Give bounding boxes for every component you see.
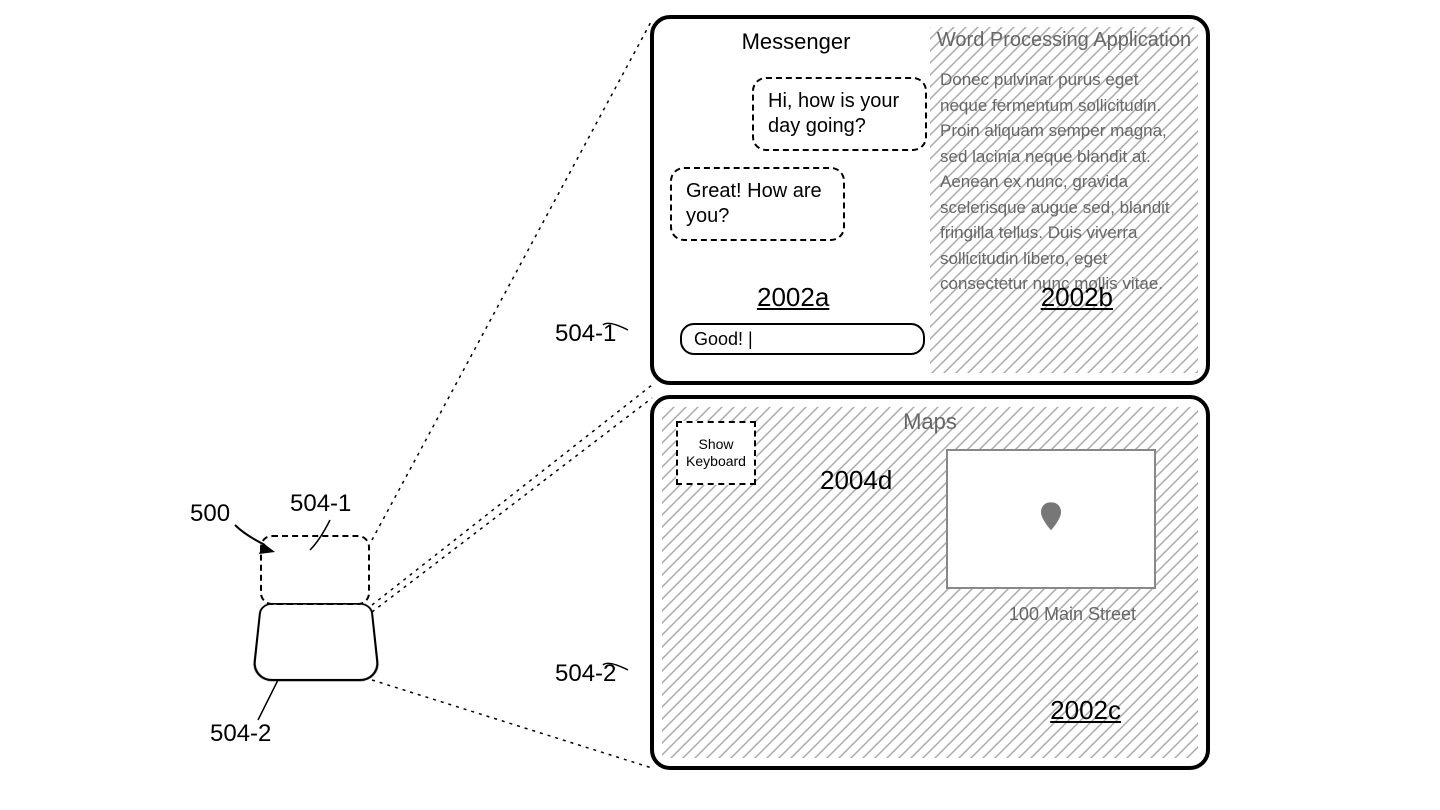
top-screen: Messenger Hi, how is your day going? Gre… — [650, 15, 1210, 385]
ref-504-2-mini: 504-2 — [210, 720, 271, 748]
ref-504-2-big: 504-2 — [555, 660, 616, 688]
chat-bubble-outgoing: Great! How are you? — [670, 167, 845, 241]
device-mini-top-panel — [260, 535, 370, 605]
messenger-title: Messenger — [662, 29, 930, 55]
device-miniature — [260, 535, 370, 683]
maps-title: Maps — [654, 409, 1206, 435]
ref-500: 500 — [190, 500, 230, 528]
wordproc-title: Word Processing Application — [930, 29, 1198, 52]
wordproc-body: Donec pulvinar purus eget neque fermentu… — [940, 67, 1188, 297]
ref-2002b: 2002b — [1041, 282, 1113, 313]
ref-2004d: 2004d — [820, 465, 892, 496]
chat-bubble-incoming: Hi, how is your day going? — [752, 77, 927, 151]
ref-2002c: 2002c — [1050, 695, 1121, 726]
device-mini-bottom-panel — [251, 603, 380, 681]
ref-504-1-mini: 504-1 — [290, 490, 351, 518]
ref-504-1-big: 504-1 — [555, 320, 616, 348]
bottom-screen: Show Keyboard Maps 100 Main Street 2002c — [650, 395, 1210, 770]
wordproc-pane: Word Processing Application Donec pulvin… — [930, 27, 1198, 373]
map-pin-icon — [1040, 502, 1062, 530]
messenger-pane: Messenger Hi, how is your day going? Gre… — [662, 27, 930, 373]
map-address: 100 Main Street — [1009, 604, 1136, 625]
message-input[interactable]: Good! | — [680, 323, 925, 355]
map-viewport[interactable] — [946, 449, 1156, 589]
ref-2002a: 2002a — [757, 282, 829, 313]
